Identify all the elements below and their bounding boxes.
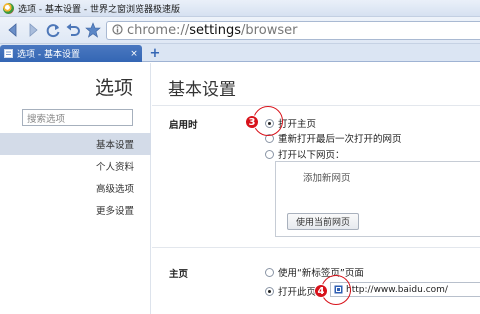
- option-label: 重新打开最后一次打开的网页: [278, 134, 402, 145]
- homepage-option-newtab[interactable]: 使用“新标签页”页面: [265, 265, 364, 279]
- sidebar-item-personal[interactable]: 个人资料: [0, 155, 151, 177]
- use-current-pages-button[interactable]: 使用当前网页: [287, 213, 359, 230]
- url-host: settings: [189, 23, 242, 38]
- tab-strip: 选项 - 基本设置 × +: [0, 44, 480, 62]
- homepage-label: 主页: [169, 269, 189, 280]
- startup-option-open-pages[interactable]: 打开以下网页：: [265, 147, 345, 161]
- radio-checked-icon[interactable]: [265, 286, 274, 296]
- address-bar[interactable]: chrome://settings/browser: [106, 21, 480, 40]
- new-tab-button[interactable]: +: [148, 46, 162, 61]
- radio-icon[interactable]: [265, 267, 274, 277]
- sidebar-item-basic-settings[interactable]: 基本设置: [0, 133, 151, 155]
- url-text: chrome://settings/browser: [127, 23, 297, 38]
- sidebar-item-more[interactable]: 更多设置: [0, 199, 151, 221]
- divider: [152, 247, 480, 248]
- homepage-url-text: http://www.baidu.com/: [346, 284, 448, 295]
- search-input[interactable]: 搜索选项: [22, 109, 133, 126]
- option-label: 打开主页: [278, 119, 317, 130]
- window-title: 选项 - 基本设置 - 世界之窗浏览器极速版: [18, 4, 180, 15]
- homepage-url-input[interactable]: http://www.baidu.com/: [330, 282, 480, 297]
- page-title: 基本设置: [168, 80, 236, 100]
- step-3-badge: 3: [245, 115, 259, 129]
- step-4-badge: 4: [314, 284, 328, 298]
- add-page-entry[interactable]: 添加新网页: [303, 170, 351, 184]
- sidebar: 选项 搜索选项 基本设置 个人资料 高级选项 更多设置: [0, 63, 151, 314]
- startup-label: 启用时: [169, 120, 198, 131]
- option-label: 使用“新标签页”页面: [278, 268, 364, 279]
- favorite-star-icon[interactable]: [84, 21, 102, 39]
- page-info-icon[interactable]: [112, 23, 123, 38]
- page-favicon-icon: [4, 49, 13, 58]
- browser-logo-icon: [3, 2, 14, 14]
- url-path: /browser: [241, 23, 298, 38]
- sidebar-item-advanced[interactable]: 高级选项: [0, 177, 151, 199]
- divider: [152, 105, 480, 106]
- startup-option-reopen[interactable]: 重新打开最后一次打开的网页: [265, 131, 402, 145]
- sidebar-title: 选项: [94, 77, 133, 99]
- forward-icon[interactable]: [24, 21, 42, 39]
- title-bar: 选项 - 基本设置 - 世界之窗浏览器极速版: [0, 0, 480, 17]
- toolbar: chrome://settings/browser: [0, 17, 480, 44]
- tab-settings[interactable]: 选项 - 基本设置 ×: [0, 45, 142, 62]
- main-content: 基本设置 启用时 打开主页 重新打开最后一次打开的网页 打开以下网页： 添加新网…: [152, 63, 480, 314]
- refresh-icon[interactable]: [44, 21, 62, 39]
- back-icon[interactable]: [4, 21, 22, 39]
- undo-icon[interactable]: [64, 21, 82, 39]
- radio-icon[interactable]: [265, 149, 274, 159]
- tab-close-icon[interactable]: ×: [129, 49, 139, 59]
- option-label: 打开以下网页：: [278, 150, 345, 161]
- tab-title: 选项 - 基本设置: [17, 50, 80, 60]
- url-scheme: chrome://: [127, 23, 190, 38]
